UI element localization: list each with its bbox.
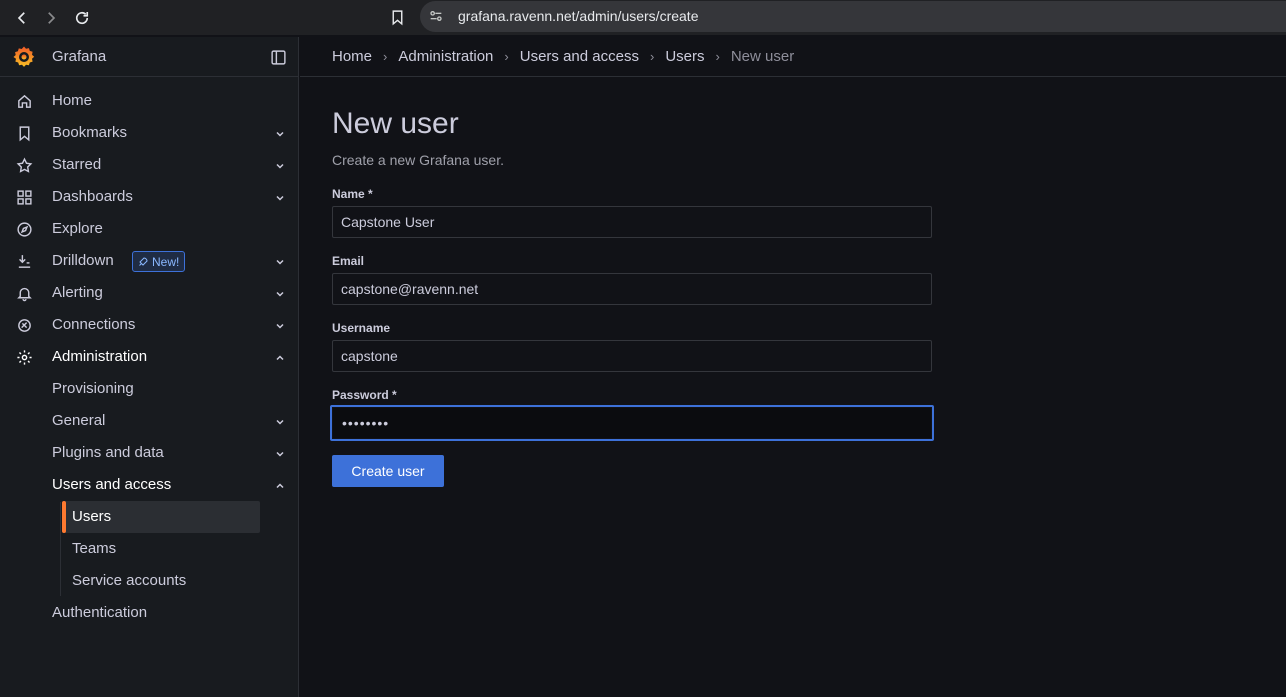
chevron-up-icon[interactable]	[274, 479, 286, 491]
chevron-down-icon[interactable]	[274, 255, 286, 267]
page-subtitle: Create a new Grafana user.	[332, 152, 504, 168]
name-label: Name *	[332, 187, 373, 201]
back-button[interactable]	[9, 5, 35, 31]
nav-label: Home	[52, 92, 93, 109]
nav-label: Users	[72, 508, 112, 525]
star-icon	[16, 157, 33, 174]
breadcrumb: Home › Administration › Users and access…	[332, 48, 794, 65]
password-input[interactable]: ••••••••	[330, 405, 934, 441]
password-label: Password *	[332, 388, 397, 402]
breadcrumb-separator-icon: ›	[504, 49, 509, 64]
nav-label: Provisioning	[52, 380, 134, 397]
compass-icon	[16, 221, 33, 238]
nav-label: Service accounts	[72, 572, 187, 589]
breadcrumb-users[interactable]: Users	[665, 48, 704, 65]
bookmark-page-icon[interactable]	[384, 4, 410, 30]
chevron-down-icon[interactable]	[274, 159, 286, 171]
nav-item-provisioning[interactable]: Provisioning	[0, 373, 299, 405]
username-label: Username	[332, 321, 391, 335]
badge-label: New!	[152, 254, 180, 269]
nav-item-users-and-access[interactable]: Users and access	[0, 469, 299, 501]
nav-item-explore[interactable]: Explore	[0, 213, 299, 245]
nav-label: Users and access	[52, 476, 172, 493]
dashboards-icon	[16, 189, 33, 206]
create-user-button[interactable]: Create user	[332, 455, 444, 487]
chevron-down-icon[interactable]	[274, 191, 286, 203]
drilldown-icon	[16, 253, 33, 270]
page-title: New user	[332, 107, 459, 140]
nav-label: Bookmarks	[52, 124, 128, 141]
rocket-icon	[139, 256, 148, 266]
browser-toolbar: grafana.ravenn.net/admin/users/create	[0, 0, 1286, 35]
new-badge: New!	[132, 251, 186, 272]
nav-item-drilldown[interactable]: Drilldown New!	[0, 245, 299, 277]
nav-label: Teams	[72, 540, 117, 557]
breadcrumb-administration[interactable]: Administration	[398, 48, 493, 65]
breadcrumb-current: New user	[730, 48, 795, 65]
nav-item-alerting[interactable]: Alerting	[0, 277, 299, 309]
connections-icon	[16, 317, 33, 334]
site-info-icon[interactable]	[428, 8, 446, 26]
nav-label: Alerting	[52, 284, 103, 301]
nav-item-home[interactable]: Home	[0, 85, 299, 117]
forward-button[interactable]	[38, 5, 64, 31]
nav-item-plugins-and-data[interactable]: Plugins and data	[0, 437, 299, 469]
nav-label: Connections	[52, 316, 136, 333]
nav-item-service-accounts[interactable]: Service accounts	[0, 565, 299, 597]
grafana-logo-icon[interactable]	[12, 45, 36, 69]
nav-item-users[interactable]: Users	[0, 501, 299, 533]
nav-item-teams[interactable]: Teams	[0, 533, 299, 565]
sidebar: Grafana Home Bookmarks Starred Dashboard…	[0, 37, 299, 697]
nav-label: General	[52, 412, 106, 429]
nav-label: Authentication	[52, 604, 148, 621]
main-content: Home › Administration › Users and access…	[300, 37, 1286, 697]
email-label: Email	[332, 254, 365, 268]
nav-label: Dashboards	[52, 188, 133, 205]
chevron-down-icon[interactable]	[274, 127, 286, 139]
nav-label: Explore	[52, 220, 103, 237]
breadcrumb-bar: Home › Administration › Users and access…	[300, 37, 1286, 77]
breadcrumb-separator-icon: ›	[715, 49, 720, 64]
name-input[interactable]: Capstone User	[332, 206, 932, 238]
reload-button[interactable]	[69, 5, 95, 31]
nav-item-bookmarks[interactable]: Bookmarks	[0, 117, 299, 149]
nav-label: Starred	[52, 156, 102, 173]
cog-icon	[16, 349, 33, 366]
nav-item-authentication[interactable]: Authentication	[0, 597, 299, 629]
bell-icon	[16, 285, 33, 302]
nav-item-general[interactable]: General	[0, 405, 299, 437]
nav-item-starred[interactable]: Starred	[0, 149, 299, 181]
dock-menu-icon[interactable]	[270, 49, 287, 66]
nav-item-administration[interactable]: Administration	[0, 341, 299, 373]
email-input[interactable]: capstone@ravenn.net	[332, 273, 932, 305]
nav-item-connections[interactable]: Connections	[0, 309, 299, 341]
breadcrumb-separator-icon: ›	[649, 49, 655, 64]
brand-name[interactable]: Grafana	[52, 48, 106, 65]
chevron-down-icon[interactable]	[274, 447, 286, 459]
chevron-down-icon[interactable]	[274, 287, 286, 299]
nav-item-dashboards[interactable]: Dashboards	[0, 181, 299, 213]
chevron-up-icon[interactable]	[274, 351, 286, 363]
url-text[interactable]: grafana.ravenn.net/admin/users/create	[458, 8, 698, 24]
sidebar-header: Grafana	[0, 37, 299, 77]
breadcrumb-users-and-access[interactable]: Users and access	[520, 48, 639, 65]
chevron-down-icon[interactable]	[274, 319, 286, 331]
breadcrumb-home[interactable]: Home	[332, 48, 372, 65]
home-icon	[16, 93, 33, 110]
nav-label: Drilldown	[52, 252, 114, 269]
nav-label: Plugins and data	[52, 444, 164, 461]
breadcrumb-separator-icon: ›	[383, 49, 388, 64]
chevron-down-icon[interactable]	[274, 415, 286, 427]
bookmark-icon	[16, 125, 33, 142]
nav-label: Administration	[52, 348, 148, 365]
username-input[interactable]: capstone	[332, 340, 932, 372]
